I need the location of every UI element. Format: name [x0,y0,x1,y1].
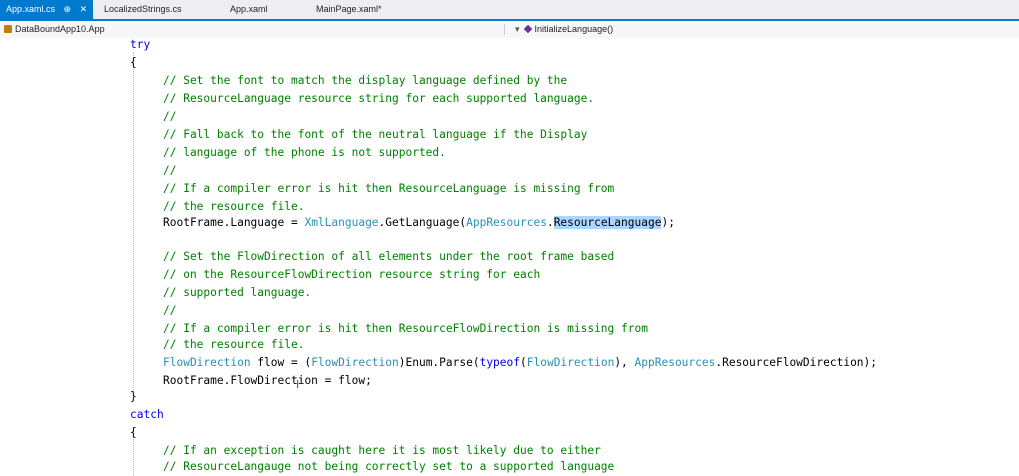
type-token: AppResources [466,216,547,229]
code-editor[interactable]: try { // Set the font to match the displ… [0,38,1019,476]
code-comment: // [163,164,177,177]
tab-app-xaml[interactable]: App.xaml [224,0,274,19]
code-token: )Enum.Parse( [398,356,480,369]
code-token: ); [661,216,675,229]
type-token: AppResources [634,356,716,369]
code-token: . [546,216,554,229]
code-comment: // ResourceLangauge not being correctly … [163,460,615,473]
code-comment: // [163,110,177,123]
code-comment: // language of the phone is not supporte… [163,146,446,159]
code-comment: // supported language. [163,286,312,299]
member-scope-label: InitializeLanguage() [534,24,614,34]
code-comment: // [163,304,177,317]
document-tab-bar: App.xaml.cs ⊕ ✕ LocalizedStrings.cs App.… [0,0,1019,21]
navigation-bar: DataBoundApp10.App ▾ InitializeLanguage() [0,21,1019,39]
class-scope-label: DataBoundApp10.App [15,24,105,34]
code-line: try [130,36,150,54]
code-token: .ResourceFlowDirection); [715,356,878,369]
tab-label: App.xaml.cs [6,4,56,14]
tab-label: LocalizedStrings.cs [104,4,182,14]
code-comment: // If a compiler error is hit then Resou… [163,182,615,195]
chevron-down-icon[interactable]: ▾ [515,24,520,34]
member-scope-dropdown[interactable]: ▾ InitializeLanguage() [515,21,613,38]
code-token: ( [520,356,527,369]
close-icon[interactable]: ✕ [80,4,88,14]
tab-label: App.xaml [230,4,268,14]
pin-icon[interactable]: ⊕ [64,4,72,14]
code-comment: // the resource file. [163,338,305,351]
code-line: { [130,54,137,72]
class-scope-dropdown[interactable]: DataBoundApp10.App [4,21,105,38]
code-token: flow = ( [250,356,312,369]
code-comment: // Set the FlowDirection of all elements… [163,250,615,263]
keyword-typeof: typeof [479,356,520,369]
code-comment: // on the ResourceFlowDirection resource… [163,268,541,281]
tab-label: MainPage.xaml* [316,4,382,14]
open-brace: { [130,56,137,69]
open-brace: { [130,426,137,439]
code-comment: // ResourceLanguage resource string for … [163,92,595,105]
tab-app-xaml-cs[interactable]: App.xaml.cs ⊕ ✕ [0,0,94,19]
type-token: FlowDirection [526,356,615,369]
code-token: ), [614,356,635,369]
code-token: .GetLanguage( [378,216,467,229]
keyword-try: try [130,38,151,51]
code-comment: // Set the font to match the display lan… [163,74,568,87]
close-brace: } [130,390,137,403]
selected-text: ResourceLanguage [553,216,662,229]
tab-mainpage-xaml[interactable]: MainPage.xaml* [310,0,388,19]
tab-localizedstrings-cs[interactable]: LocalizedStrings.cs [98,0,188,19]
code-comment: // Fall back to the font of the neutral … [163,128,588,141]
type-token: XmlLanguage [304,216,379,229]
method-icon [523,24,532,34]
code-statement: RootFrame.Language = XmlLanguage.GetLang… [163,214,675,232]
code-token: RootFrame.Language = [163,216,305,229]
indent-guide [133,52,134,392]
code-statement: FlowDirection flow = (FlowDirection)Enum… [163,354,877,372]
navbar-divider [504,24,505,35]
i-beam-cursor-icon: I [296,378,300,391]
keyword-catch: catch [130,408,164,421]
type-token: FlowDirection [163,356,251,369]
code-statement: RootFrame.FlowDirection = flow; [163,374,372,387]
class-icon [4,25,12,33]
type-token: FlowDirection [311,356,399,369]
